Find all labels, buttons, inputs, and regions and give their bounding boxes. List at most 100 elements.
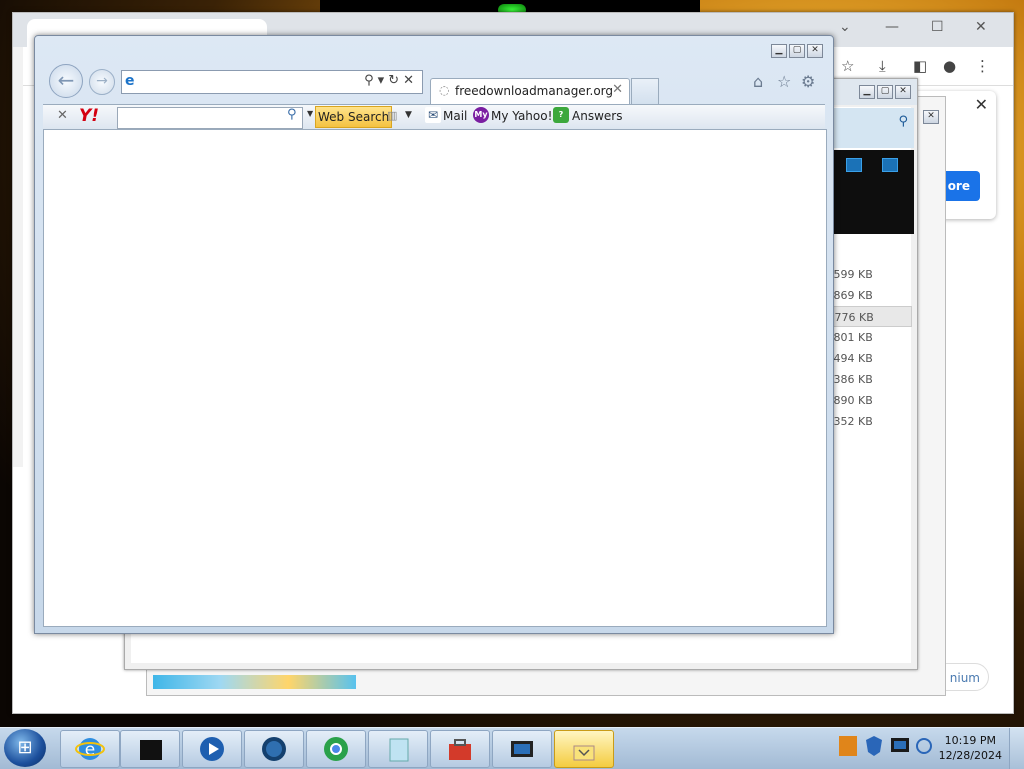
file-size-selected[interactable]: ,776 KB bbox=[830, 306, 912, 327]
chrome-icon bbox=[324, 737, 348, 761]
black-box-icon bbox=[140, 740, 162, 760]
maximize-icon[interactable]: ☐ bbox=[931, 19, 944, 35]
close-icon[interactable]: ✕ bbox=[807, 44, 823, 58]
fdm-search-strip: ⚲ bbox=[834, 108, 914, 148]
file-size: ,494 KB bbox=[830, 352, 873, 365]
clock[interactable]: 10:19 PM 12/28/2024 bbox=[939, 733, 1002, 763]
gear-icon[interactable]: ⚙ bbox=[801, 72, 815, 91]
forward-button[interactable]: → bbox=[89, 69, 115, 95]
my-yahoo-icon: My bbox=[473, 107, 489, 123]
taskbar-app-black[interactable] bbox=[120, 730, 180, 768]
tab-title: freedownloadmanager.org bbox=[455, 84, 614, 98]
search-icon[interactable]: ⚲ bbox=[898, 114, 908, 129]
taskbar-media-player[interactable] bbox=[182, 730, 242, 768]
back-button[interactable]: ← bbox=[49, 64, 83, 98]
address-bar[interactable]: e ⚲▾↻✕ bbox=[121, 70, 423, 94]
page-content[interactable] bbox=[43, 129, 827, 627]
globe-icon bbox=[262, 737, 286, 761]
window-controls: ▁ ▢ ✕ bbox=[859, 85, 911, 99]
yahoo-toolbar: ✕ Y! ⚲ ▼ Web Search ▥ ▼ ✉ Mail My My Yah… bbox=[43, 104, 825, 130]
bookmark-icon[interactable]: ▥ bbox=[387, 109, 397, 122]
new-tab-button[interactable] bbox=[631, 78, 659, 104]
download-icon[interactable]: ⤓ bbox=[879, 57, 886, 75]
fdm-thumbnail-strip bbox=[834, 150, 914, 234]
search-icon[interactable]: ⚲ bbox=[287, 107, 297, 122]
close-tab-icon[interactable]: ✕ bbox=[612, 82, 623, 97]
media-player-icon bbox=[200, 737, 224, 761]
tray-app-icon[interactable] bbox=[838, 734, 858, 758]
file-size: ,890 KB bbox=[830, 394, 873, 407]
yahoo-search-input[interactable] bbox=[117, 107, 303, 129]
profile-icon[interactable]: ● bbox=[943, 57, 956, 75]
system-tray bbox=[834, 728, 934, 769]
answers-link[interactable]: Answers bbox=[572, 109, 622, 123]
toolbox-icon bbox=[449, 739, 471, 760]
file-size: ,352 KB bbox=[830, 415, 873, 428]
minimize-icon[interactable]: ▁ bbox=[771, 44, 787, 58]
file-size: ,869 KB bbox=[830, 289, 873, 302]
my-yahoo-link[interactable]: My Yahoo! bbox=[491, 109, 552, 123]
menu-icon[interactable]: ⋮ bbox=[975, 57, 990, 75]
close-icon[interactable]: ✕ bbox=[975, 19, 987, 35]
taskbar-fdm[interactable] bbox=[554, 730, 614, 768]
show-desktop-button[interactable] bbox=[1009, 728, 1024, 769]
taskbar-notepad[interactable] bbox=[368, 730, 428, 768]
window-controls: ✕ bbox=[923, 107, 939, 124]
ie-icon: e bbox=[75, 738, 105, 760]
tab-freedownloadmanager[interactable]: ◌ freedownloadmanager.org ✕ bbox=[430, 78, 630, 105]
yahoo-logo[interactable]: Y! bbox=[79, 106, 99, 126]
clock-date: 12/28/2024 bbox=[938, 749, 1002, 762]
start-button[interactable]: ⊞ bbox=[4, 729, 46, 767]
monitor-icon[interactable] bbox=[890, 734, 910, 758]
close-toolbar-icon[interactable]: ✕ bbox=[57, 108, 68, 123]
address-tools: ⚲▾↻✕ bbox=[364, 73, 418, 88]
maximize-icon[interactable]: ▢ bbox=[789, 44, 805, 58]
network-icon[interactable] bbox=[914, 734, 934, 758]
chevron-down-icon[interactable]: ▼ bbox=[405, 110, 412, 120]
shield-icon[interactable] bbox=[864, 734, 884, 758]
file-size: ,386 KB bbox=[830, 373, 873, 386]
clock-time: 10:19 PM bbox=[944, 734, 996, 747]
sidepanel-icon[interactable]: ◧ bbox=[913, 57, 927, 75]
maximize-icon[interactable]: ▢ bbox=[877, 85, 893, 99]
ie-window[interactable]: ▁ ▢ ✕ ← → e ⚲▾↻✕ ◌ freedownloadmanager.o… bbox=[34, 35, 834, 634]
banner-strip bbox=[153, 675, 356, 689]
refresh-icon[interactable]: ↻ bbox=[388, 73, 403, 88]
notepad-icon bbox=[389, 738, 409, 762]
address-input[interactable] bbox=[144, 72, 348, 92]
search-icon[interactable]: ⚲ bbox=[364, 73, 378, 88]
download-folder-icon bbox=[573, 745, 595, 761]
mail-link[interactable]: Mail bbox=[443, 109, 467, 123]
file-size: ,599 KB bbox=[830, 268, 873, 281]
monitor-icon bbox=[511, 741, 533, 757]
taskbar-ie[interactable]: e bbox=[60, 730, 120, 768]
taskbar-monitor[interactable] bbox=[492, 730, 552, 768]
favorites-star-icon[interactable]: ☆ bbox=[777, 72, 791, 91]
window-controls: ▁ ▢ ✕ bbox=[771, 44, 823, 58]
mail-icon: ✉ bbox=[425, 107, 441, 123]
chevron-down-icon[interactable]: ▼ bbox=[307, 109, 313, 118]
minimize-icon[interactable]: — bbox=[885, 19, 899, 35]
close-icon[interactable]: ✕ bbox=[923, 110, 939, 124]
close-icon[interactable]: ✕ bbox=[975, 95, 988, 114]
chrome-left-edge bbox=[13, 47, 23, 467]
answers-icon: ? bbox=[553, 107, 569, 123]
taskbar: ⊞ e 10:19 PM 12/28/2024 bbox=[0, 727, 1024, 769]
taskbar-toolbox[interactable] bbox=[430, 730, 490, 768]
stop-icon[interactable]: ✕ bbox=[403, 73, 418, 88]
home-icon[interactable]: ⌂ bbox=[753, 72, 763, 91]
minimize-icon[interactable]: ▁ bbox=[859, 85, 875, 99]
web-search-button[interactable]: Web Search bbox=[315, 106, 393, 128]
chevron-down-icon[interactable]: ⌄ bbox=[839, 19, 851, 35]
file-size: ,801 KB bbox=[830, 331, 873, 344]
taskbar-chrome[interactable] bbox=[306, 730, 366, 768]
close-icon[interactable]: ✕ bbox=[895, 85, 911, 99]
thumbnail-icon bbox=[846, 158, 862, 172]
ie-icon: e bbox=[125, 73, 135, 89]
loading-icon: ◌ bbox=[439, 83, 450, 97]
file-size-column: ,599 KB ,869 KB ,776 KB ,801 KB ,494 KB … bbox=[830, 264, 912, 432]
star-icon[interactable]: ☆ bbox=[841, 57, 854, 75]
dropdown-icon[interactable]: ▾ bbox=[378, 73, 389, 88]
thumbnail-icon bbox=[882, 158, 898, 172]
taskbar-globe[interactable] bbox=[244, 730, 304, 768]
